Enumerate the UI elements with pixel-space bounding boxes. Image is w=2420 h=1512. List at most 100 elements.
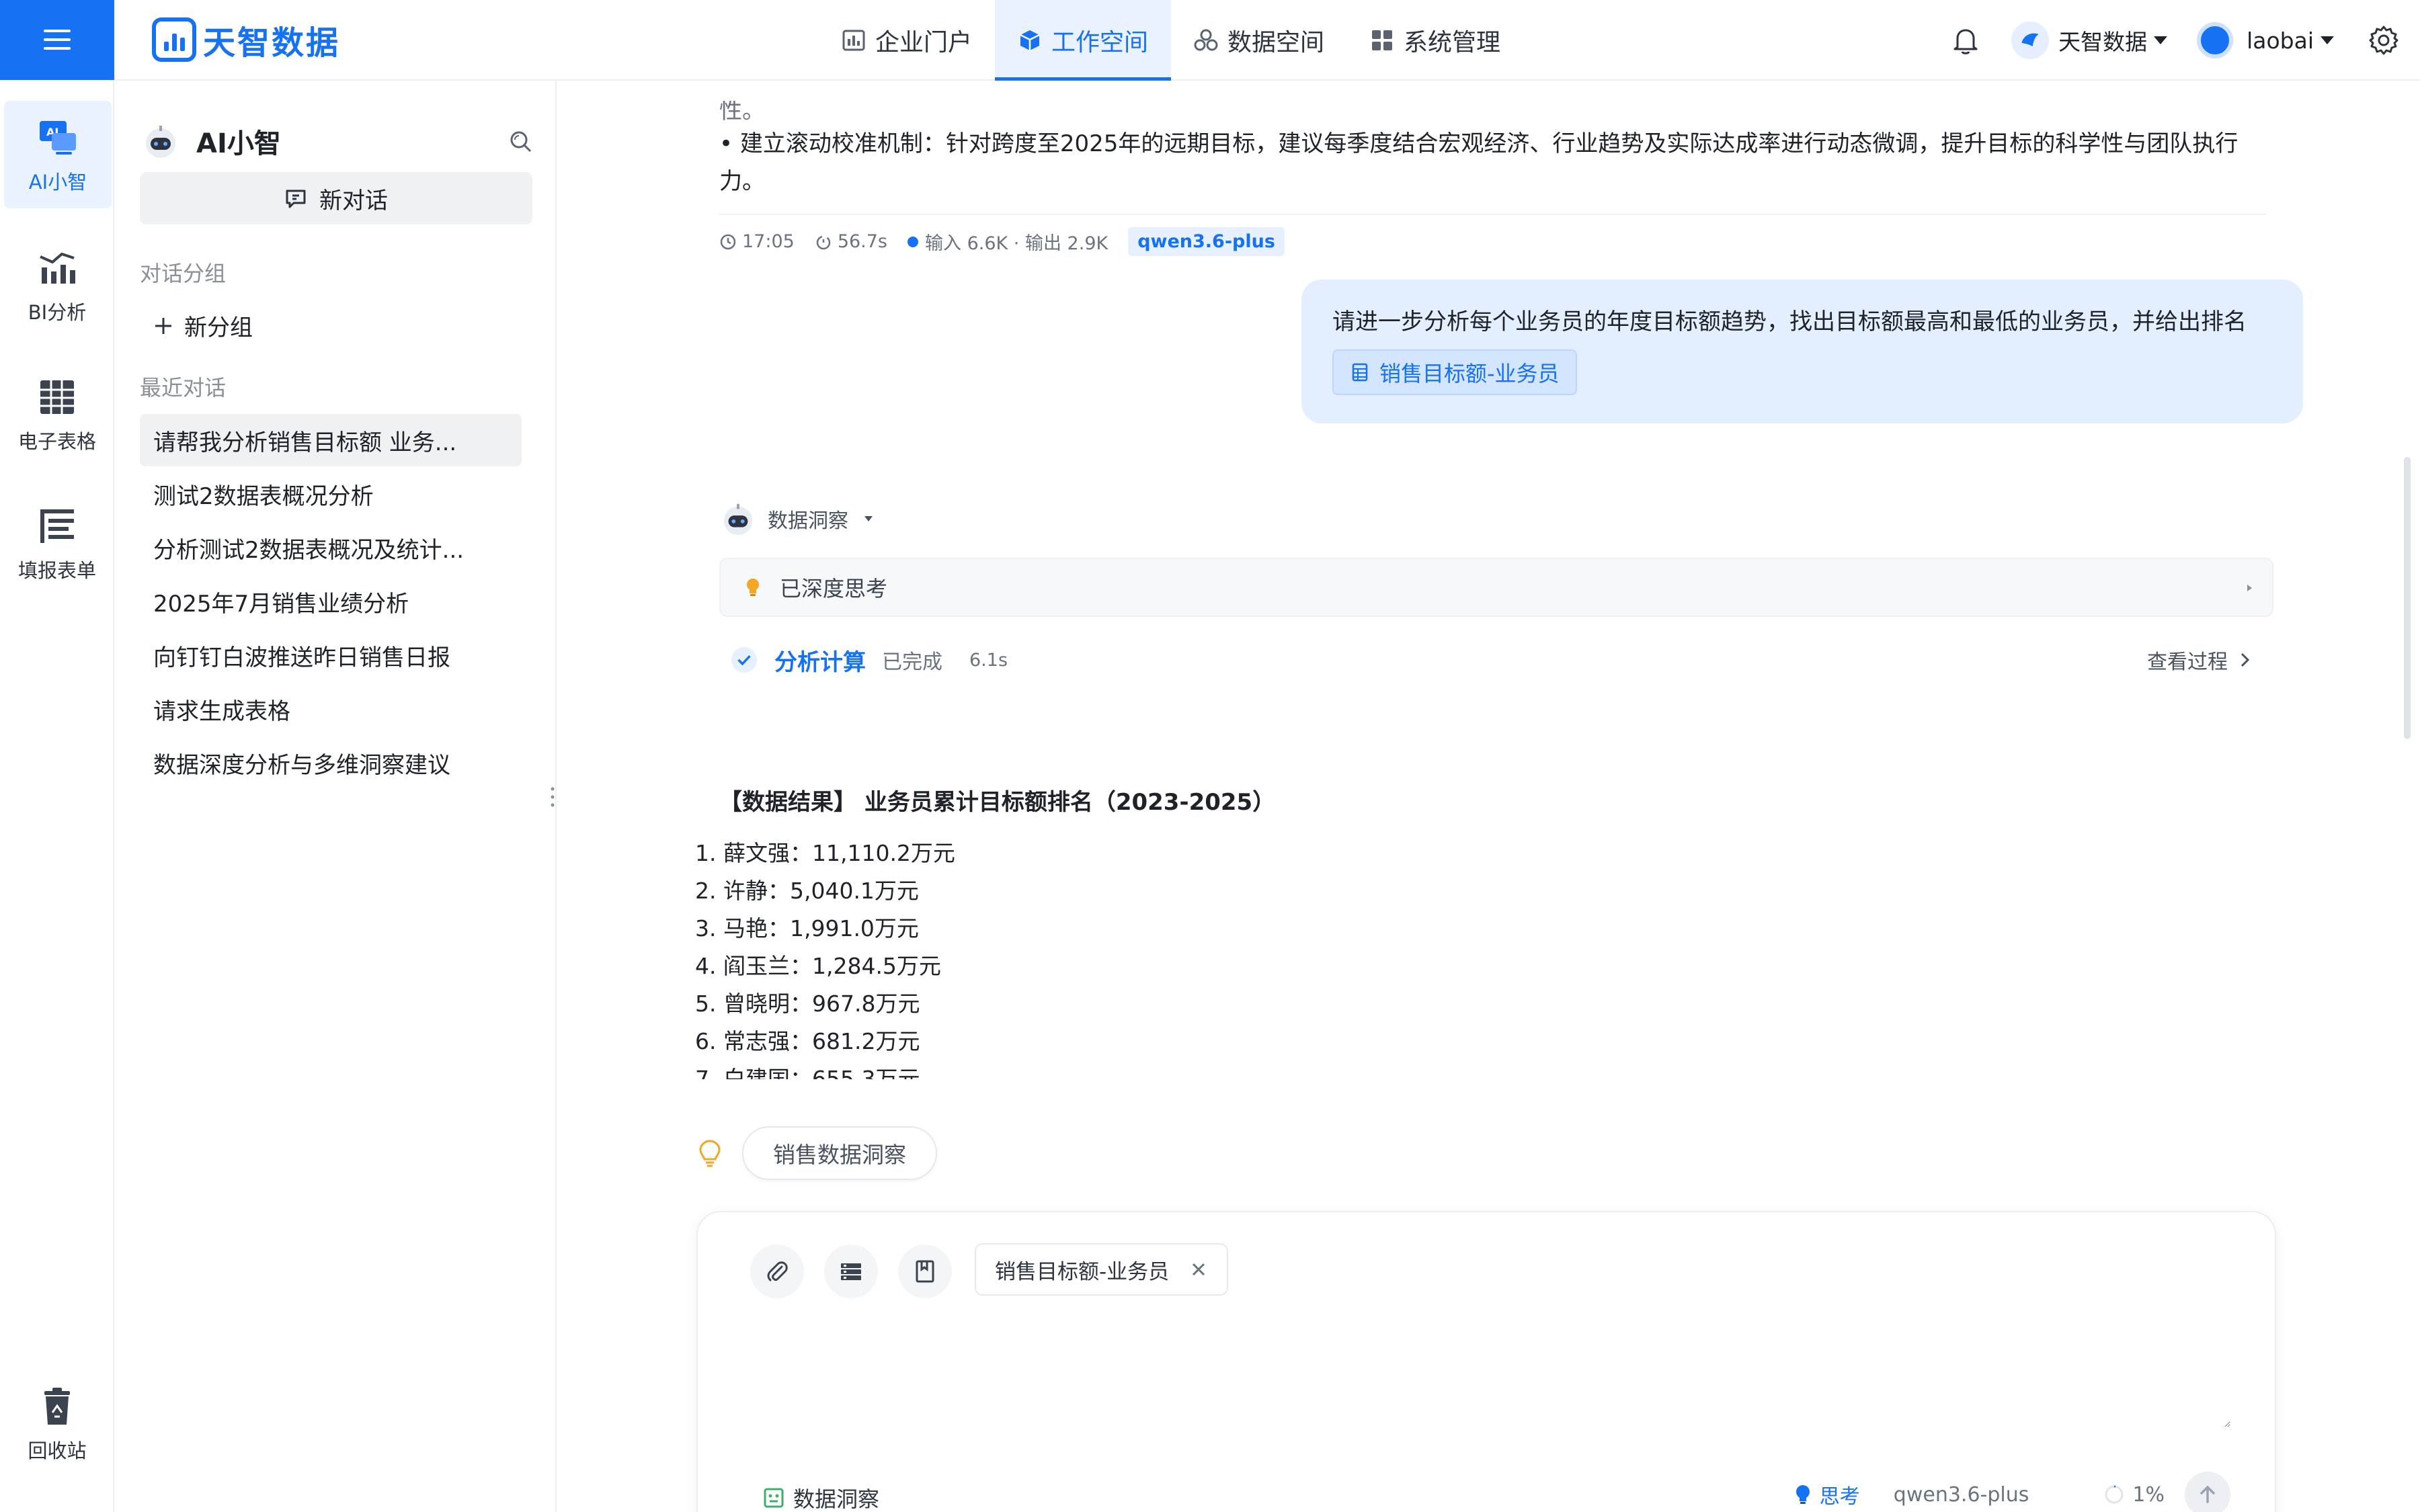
rail-label: BI分析: [28, 301, 87, 324]
conversation-list: 请帮我分析销售目标额 业务... 测试2数据表概况分析 分析测试2数据表概况及统…: [140, 414, 522, 790]
knowledge-base-button[interactable]: [898, 1245, 952, 1298]
user-menu[interactable]: laobai: [2197, 22, 2334, 58]
view-process-link[interactable]: 查看过程: [2147, 645, 2253, 675]
left-rail: AI AI小智 BI分析 电子表格 填报表单 回收站: [0, 81, 114, 1512]
list-item: 1. 薛文强：11,110.2万元: [695, 840, 955, 866]
view-process-label: 查看过程: [2147, 650, 2228, 674]
agent-mode-button[interactable]: 数据洞察: [762, 1482, 879, 1512]
nav-label: 工作空间: [1051, 29, 1149, 56]
prev-message-cut-line: 性。: [719, 101, 765, 121]
table-file-icon: [1352, 363, 1368, 382]
attachment-chip[interactable]: 销售目标额-业务员: [1332, 349, 1577, 395]
cube-icon: [1020, 30, 1040, 50]
gear-icon[interactable]: [2368, 24, 2400, 56]
panel-title: AI小智: [196, 128, 281, 159]
list-item: 4. 阎玉兰：1,284.5万元: [695, 953, 941, 979]
agent-selector[interactable]: 数据洞察: [721, 501, 873, 536]
nav-enterprise-portal[interactable]: 企业门户: [819, 0, 995, 81]
attached-table-name: 销售目标额-业务员: [995, 1259, 1170, 1284]
timer-icon: [816, 235, 831, 249]
chevron-down-icon: [2321, 36, 2334, 44]
message-input[interactable]: [752, 1320, 2230, 1427]
composer-controls: 思考 qwen3.6-plus 1%: [1793, 1472, 2230, 1512]
list-item[interactable]: 2025年7月销售业绩分析: [140, 575, 522, 628]
model-selector[interactable]: qwen3.6-plus: [1894, 1483, 2029, 1507]
list-item[interactable]: 请求生成表格: [140, 683, 522, 735]
meta-tokens: 输入 6.6K · 输出 2.9K: [908, 228, 1108, 255]
context-usage-text: 1%: [2132, 1482, 2165, 1507]
hamburger-icon: [44, 30, 71, 50]
scrollbar[interactable]: [2404, 457, 2411, 739]
step-status: 已完成: [882, 650, 942, 674]
rail-item-ai-assistant[interactable]: AI AI小智: [4, 101, 112, 208]
rail-item-spreadsheet[interactable]: 电子表格: [0, 376, 114, 454]
think-label: 思考: [1819, 1485, 1860, 1509]
list-item: 7. 白建国：655.3万元: [695, 1066, 920, 1079]
context-usage: 1%: [2103, 1483, 2165, 1507]
expand-arrow-icon: [2247, 585, 2252, 591]
ranking-list: 1. 薛文强：11,110.2万元 2. 许静：5,040.1万元 3. 马艳：…: [695, 835, 1502, 1079]
user-message-bubble: 请进一步分析每个业务员的年度目标额趋势，找出目标额最高和最低的业务员，并给出排名…: [1301, 280, 2303, 423]
grid-icon: [1372, 30, 1393, 50]
nav-label: 企业门户: [875, 29, 973, 56]
list-item[interactable]: 分析测试2数据表概况及统计...: [140, 521, 522, 574]
rail-label: 电子表格: [17, 430, 96, 453]
nav-system-admin[interactable]: 系统管理: [1347, 0, 1523, 81]
list-item[interactable]: 测试2数据表概况分析: [140, 468, 522, 520]
attach-file-button[interactable]: [750, 1245, 804, 1298]
new-chat-button[interactable]: 新对话: [140, 172, 532, 224]
nav-data-space[interactable]: 数据空间: [1171, 0, 1347, 81]
new-chat-icon: [286, 190, 306, 208]
message-composer: 销售目标额-业务员 数据洞察 思考 qwen3.6-plus 1%: [696, 1211, 2276, 1512]
list-item: 6. 常志强：681.2万元: [695, 1028, 920, 1054]
close-icon[interactable]: [1189, 1260, 1208, 1279]
token-dot-icon: [908, 236, 918, 247]
usage-ring-icon: [2105, 1485, 2124, 1504]
meta-time: 17:05: [719, 231, 795, 252]
new-group-label: 新分组: [184, 314, 253, 341]
suggestion-chip[interactable]: 销售数据洞察: [742, 1126, 937, 1180]
header-actions: 天智数据 laobai: [1949, 0, 2420, 81]
check-icon: [731, 647, 757, 673]
list-item: 2. 许静：5,040.1万元: [695, 878, 919, 904]
think-toggle[interactable]: 思考: [1793, 1480, 1860, 1509]
list-item[interactable]: 数据深度分析与多维洞察建议: [140, 737, 522, 789]
rail-label: 填报表单: [17, 559, 96, 582]
org-switcher[interactable]: 天智数据: [2011, 22, 2168, 59]
bi-chart-icon: [40, 252, 75, 284]
send-button[interactable]: [2185, 1472, 2230, 1512]
robot-icon: [146, 126, 175, 158]
brand-name: 天智数据: [203, 24, 341, 62]
step-title: 分析计算: [774, 648, 866, 676]
thinking-collapse[interactable]: 已深度思考: [719, 558, 2273, 617]
list-item[interactable]: 请帮我分析销售目标额 业务...: [140, 414, 522, 466]
list-item: 5. 曾晓明：967.8万元: [695, 991, 920, 1017]
select-table-button[interactable]: [824, 1245, 878, 1298]
meta-duration-text: 56.7s: [837, 231, 887, 252]
new-group-button[interactable]: 新分组: [153, 309, 253, 342]
rail-item-recycle-bin[interactable]: 回收站: [0, 1386, 114, 1464]
chevron-down-icon: [864, 516, 873, 521]
cluster-icon: [1194, 29, 1218, 51]
list-item[interactable]: 向钉钉白波推送昨日销售日报: [140, 629, 522, 681]
form-icon: [40, 509, 74, 543]
prev-message-line: • 建立滚动校准机制：针对跨度至2025年的远期目标，建议每季度结合宏观经济、行…: [719, 130, 2238, 157]
search-icon[interactable]: [508, 129, 532, 153]
rail-label: 回收站: [28, 1439, 87, 1462]
meta-tokens-text: 输入 6.6K · 输出 2.9K: [925, 233, 1108, 254]
avatar: [2197, 22, 2234, 58]
agent-name: 数据洞察: [768, 509, 848, 533]
org-logo-icon: [2011, 22, 2050, 59]
rail-item-bi-analysis[interactable]: BI分析: [0, 247, 114, 325]
rail-item-fill-form[interactable]: 填报表单: [0, 505, 114, 583]
meta-time-text: 17:05: [742, 231, 795, 252]
rail-label: AI小智: [28, 171, 87, 194]
groups-section-label: 对话分组: [140, 261, 227, 286]
nav-workspace[interactable]: 工作空间: [995, 0, 1172, 81]
brand-logo[interactable]: 天智数据: [152, 16, 340, 63]
menu-toggle-button[interactable]: [0, 0, 114, 80]
attachment-name: 销售目标额-业务员: [1379, 361, 1560, 386]
robot-icon: [723, 503, 753, 536]
bell-icon[interactable]: [1949, 24, 1982, 56]
attached-table-chip[interactable]: 销售目标额-业务员: [975, 1243, 1229, 1296]
